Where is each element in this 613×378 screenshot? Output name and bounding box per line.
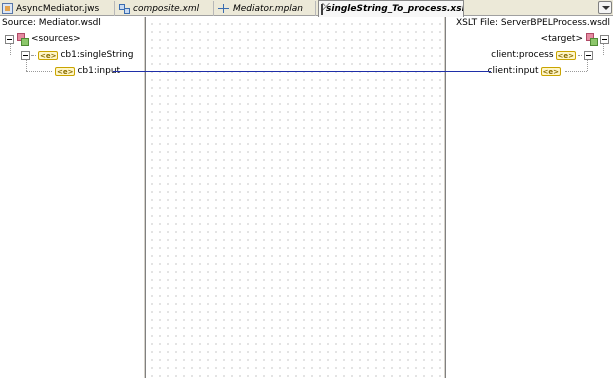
target-input-node[interactable]: client:input <e> [488,65,561,77]
tree-connector [10,44,11,55]
tree-connector [603,44,604,55]
xsl-map-icon [321,2,330,15]
target-panel-title: XSLT File: ServerBPELProcess.wsdl [455,18,610,28]
element-icon: <e> [540,66,561,76]
composite-xml-icon [119,3,130,14]
tree-connector [26,71,52,72]
editor-tab-bar: AsyncMediator.jws composite.xml Mediator… [0,0,613,17]
source-panel-title: Source: Mediator.wsdl [2,18,101,28]
tab-composite-xml[interactable]: composite.xml [117,1,214,16]
schema-icon [585,33,598,46]
tab-label: Mediator.mplan [233,3,304,14]
target-process-node[interactable]: client:process <e> [491,49,593,61]
jws-file-icon [2,3,13,14]
collapse-icon[interactable] [600,34,609,44]
tab-label: singleString_To_process.xsl [326,4,464,14]
mapping-connection-line[interactable] [113,71,491,72]
schema-icon [16,33,29,46]
source-input-node[interactable]: <e> cb1:input [55,65,120,77]
element-icon: <e> [55,66,76,76]
target-root-node[interactable]: <target> [540,33,609,46]
tab-asyncmediator-jws[interactable]: AsyncMediator.jws [0,1,115,16]
tab-singlestring-to-process-xsl[interactable]: singleString_To_process.xsl [318,0,464,17]
tab-list-dropdown-button[interactable] [598,1,612,14]
tab-label: AsyncMediator.jws [16,3,100,14]
element-icon: <e> [38,50,59,60]
tree-connector [565,71,587,72]
tab-mediator-mplan[interactable]: Mediator.mplan [216,1,316,16]
element-icon: <e> [555,50,576,60]
node-label: cb1:singleString [60,50,134,60]
tree-connector [32,54,36,56]
tree-connector [578,54,582,56]
mediator-plan-icon [218,3,230,14]
node-label: <target> [540,34,583,44]
source-root-node[interactable]: <sources> [5,33,81,46]
collapse-icon[interactable] [584,50,593,60]
node-label: client:input [487,66,539,76]
collapse-icon[interactable] [5,34,14,44]
source-singlestring-node[interactable]: <e> cb1:singleString [21,49,133,61]
collapse-icon[interactable] [21,50,30,60]
node-label: <sources> [31,34,81,44]
node-label: client:process [491,50,554,60]
tab-label: composite.xml [133,3,200,14]
